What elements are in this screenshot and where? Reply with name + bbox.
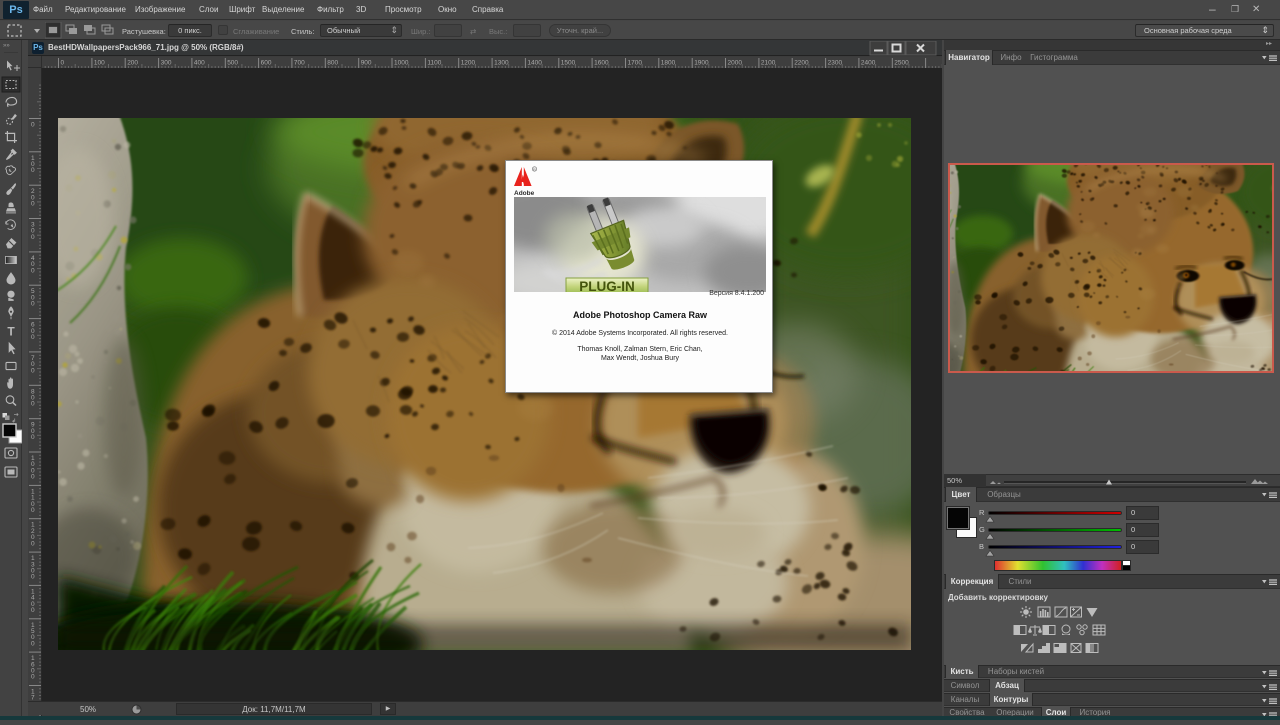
svg-text:1900: 1900 xyxy=(694,60,709,67)
svg-text:1700: 1700 xyxy=(628,60,643,67)
svg-text:R: R xyxy=(533,167,536,172)
svg-text:0: 0 xyxy=(31,434,35,441)
svg-text:2200: 2200 xyxy=(794,60,809,67)
svg-text:0: 0 xyxy=(31,267,35,274)
svg-text:1100: 1100 xyxy=(427,60,441,67)
svg-text:2500: 2500 xyxy=(894,60,909,67)
svg-text:1600: 1600 xyxy=(594,60,609,67)
svg-text:1800: 1800 xyxy=(661,60,676,67)
svg-text:0: 0 xyxy=(31,122,35,129)
svg-text:800: 800 xyxy=(327,60,338,67)
svg-text:1500: 1500 xyxy=(561,60,576,67)
svg-text:400: 400 xyxy=(194,60,205,67)
svg-text:2100: 2100 xyxy=(761,60,776,67)
svg-text:T: T xyxy=(7,325,15,339)
svg-text:0: 0 xyxy=(31,201,35,208)
svg-text:2000: 2000 xyxy=(728,60,743,67)
svg-text:PLUG-IN: PLUG-IN xyxy=(579,279,635,292)
svg-text:0: 0 xyxy=(31,640,35,647)
svg-text:500: 500 xyxy=(227,60,238,67)
svg-text:100: 100 xyxy=(94,60,105,67)
svg-text:0: 0 xyxy=(31,401,35,408)
svg-text:»»: »» xyxy=(3,43,10,49)
svg-text:0: 0 xyxy=(31,474,35,481)
svg-text:0: 0 xyxy=(31,334,35,341)
svg-text:2300: 2300 xyxy=(828,60,843,67)
svg-text:1200: 1200 xyxy=(461,60,476,67)
svg-text:Adobe: Adobe xyxy=(514,190,535,197)
svg-text:0: 0 xyxy=(31,367,35,374)
svg-text:700: 700 xyxy=(294,60,305,67)
svg-text:0: 0 xyxy=(61,60,65,67)
svg-text:0: 0 xyxy=(31,507,35,514)
svg-text:300: 300 xyxy=(161,60,172,67)
svg-text:900: 900 xyxy=(361,60,372,67)
svg-text:0: 0 xyxy=(31,167,35,174)
svg-text:200: 200 xyxy=(127,60,138,67)
svg-text:0: 0 xyxy=(31,674,35,681)
svg-text:600: 600 xyxy=(261,60,272,67)
svg-text:1000: 1000 xyxy=(394,60,409,67)
svg-text:2400: 2400 xyxy=(861,60,876,67)
svg-text:1300: 1300 xyxy=(494,60,509,67)
svg-text:0: 0 xyxy=(31,574,35,581)
svg-text:0: 0 xyxy=(31,234,35,241)
svg-text:1400: 1400 xyxy=(527,60,542,67)
svg-text:0: 0 xyxy=(31,540,35,547)
svg-text:0: 0 xyxy=(31,607,35,614)
svg-text:0: 0 xyxy=(31,301,35,308)
